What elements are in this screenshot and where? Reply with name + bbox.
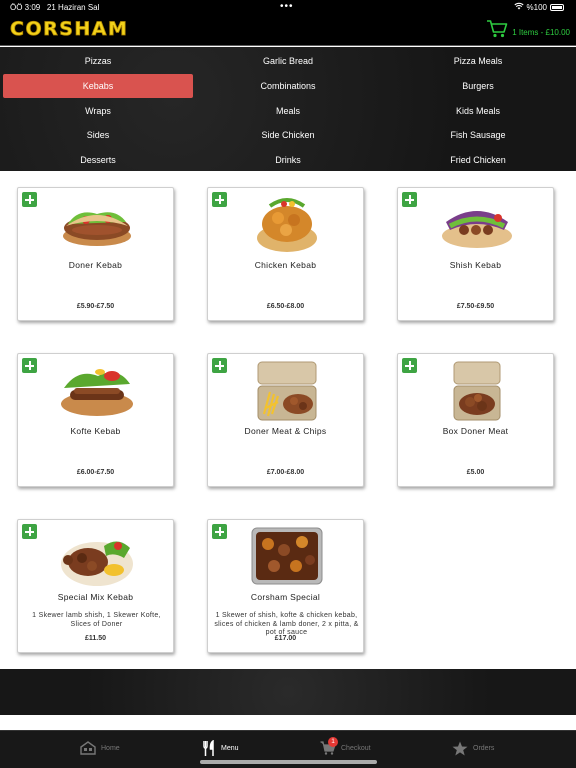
category-combinations[interactable]: Combinations xyxy=(193,74,383,99)
multitask-dots[interactable]: ••• xyxy=(280,1,294,12)
app-header: CORSHAM 1 Items - £10.00 xyxy=(0,14,576,46)
tab-checkout-label: Checkout xyxy=(341,744,371,752)
cart-summary[interactable]: 1 Items - £10.00 xyxy=(486,19,570,38)
category-pizza-meals[interactable]: Pizza Meals xyxy=(383,49,573,74)
product-card[interactable]: Doner Meat & Chips £7.00-£8.00 xyxy=(207,353,364,487)
product-price: £11.50 xyxy=(84,635,107,642)
add-plus-icon[interactable] xyxy=(212,358,227,373)
product-name: Kofte Kebab xyxy=(70,426,121,436)
add-plus-icon[interactable] xyxy=(402,358,417,373)
checkout-badge: 1 xyxy=(328,737,338,747)
product-card[interactable]: Chicken Kebab £6.50-£8.00 xyxy=(207,187,364,321)
category-grid: Pizzas Garlic Bread Pizza Meals Kebabs Combi… xyxy=(3,49,573,172)
category-kids-meals[interactable]: Kids Meals xyxy=(383,98,573,123)
product-price: £6.00-£7.50 xyxy=(76,469,115,476)
footer-band xyxy=(0,669,576,715)
product-image[interactable] xyxy=(438,192,516,256)
footer-spacer xyxy=(0,715,576,730)
product-name: Chicken Kebab xyxy=(254,260,317,270)
battery-icon xyxy=(550,3,564,11)
category-wraps[interactable]: Wraps xyxy=(3,98,193,123)
wifi-icon xyxy=(513,2,524,12)
category-garlic-bread[interactable]: Garlic Bread xyxy=(193,49,383,74)
tab-orders[interactable]: Orders xyxy=(452,737,494,759)
battery-percent: %100 xyxy=(526,2,547,12)
category-burgers[interactable]: Burgers xyxy=(383,74,573,99)
product-image[interactable] xyxy=(248,524,326,588)
tab-orders-label: Orders xyxy=(473,744,495,752)
product-card[interactable]: Corsham Special 1 Skewer of shish, kofte … xyxy=(207,519,364,653)
tab-menu-label: Menu xyxy=(221,744,239,752)
category-sides[interactable]: Sides xyxy=(3,123,193,148)
category-desserts[interactable]: Desserts xyxy=(3,148,193,173)
add-plus-icon[interactable] xyxy=(212,192,227,207)
category-side-chicken[interactable]: Side Chicken xyxy=(193,123,383,148)
home-icon xyxy=(80,741,96,755)
product-name: Shish Kebab xyxy=(449,260,502,270)
add-plus-icon[interactable] xyxy=(402,192,417,207)
product-price: £6.50-£8.00 xyxy=(266,303,305,310)
add-plus-icon[interactable] xyxy=(22,358,37,373)
product-image[interactable] xyxy=(58,524,136,588)
add-plus-icon[interactable] xyxy=(22,524,37,539)
product-grid: Doner Kebab £5.90-£7.50 Chicken Kebab £6.50… xyxy=(0,172,576,669)
product-price: £7.00-£8.00 xyxy=(266,469,305,476)
category-fried-chicken[interactable]: Fried Chicken xyxy=(383,148,573,173)
checkout-cart-icon: 1 xyxy=(320,737,338,755)
product-card[interactable]: Doner Kebab £5.90-£7.50 xyxy=(17,187,174,321)
product-card[interactable]: Kofte Kebab £6.00-£7.50 xyxy=(17,353,174,487)
product-image[interactable] xyxy=(248,358,326,422)
tab-checkout[interactable]: 1 Checkout xyxy=(320,737,371,759)
category-panel: Pizzas Garlic Bread Pizza Meals Kebabs Combi… xyxy=(0,47,576,171)
cart-icon[interactable] xyxy=(486,19,508,38)
tab-menu[interactable]: Menu xyxy=(202,737,239,759)
product-price: £5.00 xyxy=(466,469,485,476)
status-time: ÖÖ 3:09 21 Haziran Sal xyxy=(10,3,100,12)
category-meals[interactable]: Meals xyxy=(193,98,383,123)
category-drinks[interactable]: Drinks xyxy=(193,148,383,173)
status-indicators: %100 xyxy=(513,2,564,12)
brand-logo[interactable]: CORSHAM xyxy=(10,18,128,41)
status-date: 21 Haziran Sal xyxy=(46,3,100,12)
product-name: Doner Meat & Chips xyxy=(244,426,327,436)
add-plus-icon[interactable] xyxy=(212,524,227,539)
product-card[interactable]: Box Doner Meat £5.00 xyxy=(397,353,554,487)
star-icon xyxy=(452,741,468,756)
cart-total-text[interactable]: 1 Items - £10.00 xyxy=(512,28,570,37)
status-bar: ÖÖ 3:09 21 Haziran Sal ••• %100 xyxy=(0,0,576,14)
product-name: Doner Kebab xyxy=(68,260,123,270)
product-card[interactable]: Shish Kebab £7.50-£9.50 xyxy=(397,187,554,321)
product-image[interactable] xyxy=(58,192,136,256)
product-image[interactable] xyxy=(58,358,136,422)
product-name: Box Doner Meat xyxy=(442,426,509,436)
product-description: 1 Skewer lamb shish, 1 Skewer Kofte, Sli… xyxy=(32,612,161,628)
cutlery-icon xyxy=(202,739,216,757)
tab-home-label: Home xyxy=(101,744,120,752)
product-name: Corsham Special xyxy=(250,592,321,602)
tab-home[interactable]: Home xyxy=(80,737,120,759)
product-card[interactable]: Special Mix Kebab 1 Skewer lamb shish, 1 … xyxy=(17,519,174,653)
product-price: £5.90-£7.50 xyxy=(76,303,115,310)
category-kebabs[interactable]: Kebabs xyxy=(3,73,193,99)
product-price: £17.00 xyxy=(274,635,297,642)
add-plus-icon[interactable] xyxy=(22,192,37,207)
category-pizzas[interactable]: Pizzas xyxy=(3,49,193,74)
category-fish-sausage[interactable]: Fish Sausage xyxy=(383,123,573,148)
product-image[interactable] xyxy=(438,358,516,422)
product-price: £7.50-£9.50 xyxy=(456,303,495,310)
product-name: Special Mix Kebab xyxy=(57,592,134,602)
home-indicator xyxy=(200,760,377,764)
product-description: 1 Skewer of shish, kofte & chicken kebab… xyxy=(214,612,359,636)
product-image[interactable] xyxy=(248,192,326,256)
